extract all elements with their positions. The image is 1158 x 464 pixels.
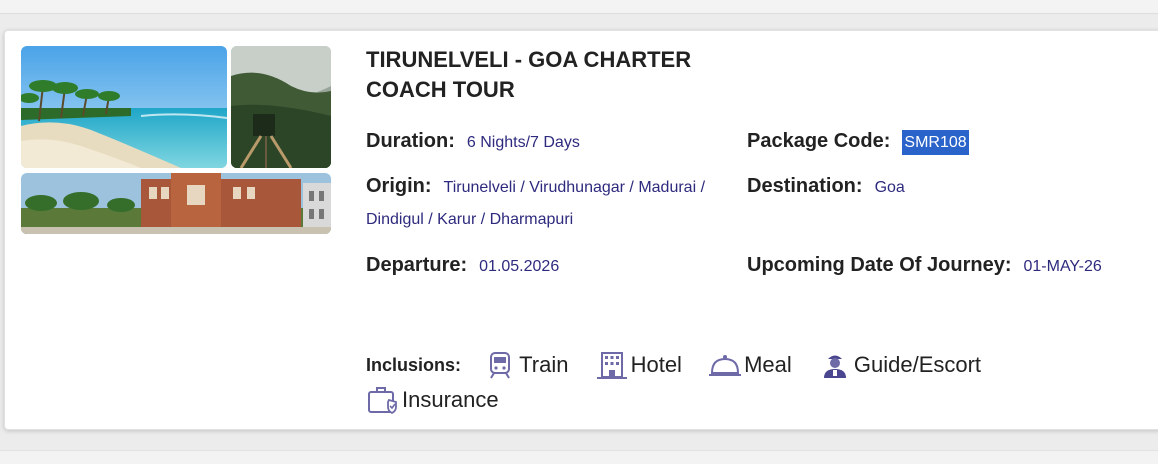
upcoming-journey-label: Upcoming Date Of Journey:: [747, 254, 1012, 276]
inclusion-train: Train: [483, 348, 568, 382]
upcoming-journey-value: 01-MAY-26: [1023, 258, 1102, 275]
package-code-value: SMR108: [902, 130, 969, 155]
tour-title[interactable]: TIRUNELVELI - GOA CHARTER COACH TOUR: [366, 45, 746, 105]
insurance-icon: [368, 387, 397, 415]
meal-icon: [709, 355, 742, 377]
inclusion-insurance: Insurance: [366, 383, 499, 417]
guide-icon: [823, 355, 846, 379]
destination-label: Destination:: [747, 175, 863, 197]
departure-label: Departure:: [366, 254, 468, 276]
destination-value: Goa: [874, 179, 905, 196]
inclusion-guide: Guide/Escort: [818, 348, 981, 382]
departure-field: Departure: 01.05.2026: [366, 249, 559, 283]
upcoming-journey-field: Upcoming Date Of Journey: 01-MAY-26: [747, 249, 1137, 283]
departure-value: 01.05.2026: [479, 258, 560, 275]
duration-value: 6 Nights/7 Days: [466, 134, 580, 151]
destination-field: Destination: Goa: [747, 170, 905, 204]
inclusion-meal: Meal: [708, 348, 792, 382]
package-code-field: Package Code: SMR108: [747, 125, 969, 159]
inclusion-guide-label: Guide/Escort: [853, 352, 982, 378]
church-photo: [21, 173, 331, 234]
inclusion-hotel-label: Hotel: [630, 352, 682, 378]
inclusion-train-label: Train: [519, 352, 569, 378]
inclusion-meal-label: Meal: [744, 352, 792, 378]
tour-package-card: TIRUNELVELI - GOA CHARTER COACH TOUR Dur…: [4, 30, 1158, 430]
previous-card-edge: [0, 0, 1158, 14]
beach-photo: [21, 46, 227, 168]
hotel-icon: [596, 352, 627, 380]
inclusions-list: Inclusions: Train Hotel Meal Guide/Escor…: [366, 347, 1046, 417]
duration-field: Duration: 6 Nights/7 Days: [366, 125, 580, 159]
tour-image-collage[interactable]: [21, 46, 333, 236]
train-icon: [490, 352, 511, 379]
package-code-label: Package Code:: [747, 130, 891, 152]
origin-field: Origin: Tirunelveli / Virudhunagar / Madu…: [366, 170, 746, 236]
origin-label: Origin:: [366, 175, 432, 197]
next-card-edge: [0, 450, 1158, 464]
train-photo: [231, 46, 331, 168]
inclusion-insurance-label: Insurance: [402, 387, 499, 413]
duration-label: Duration:: [366, 130, 455, 152]
inclusions-label: Inclusions:: [366, 355, 462, 376]
inclusion-hotel: Hotel: [595, 348, 682, 382]
